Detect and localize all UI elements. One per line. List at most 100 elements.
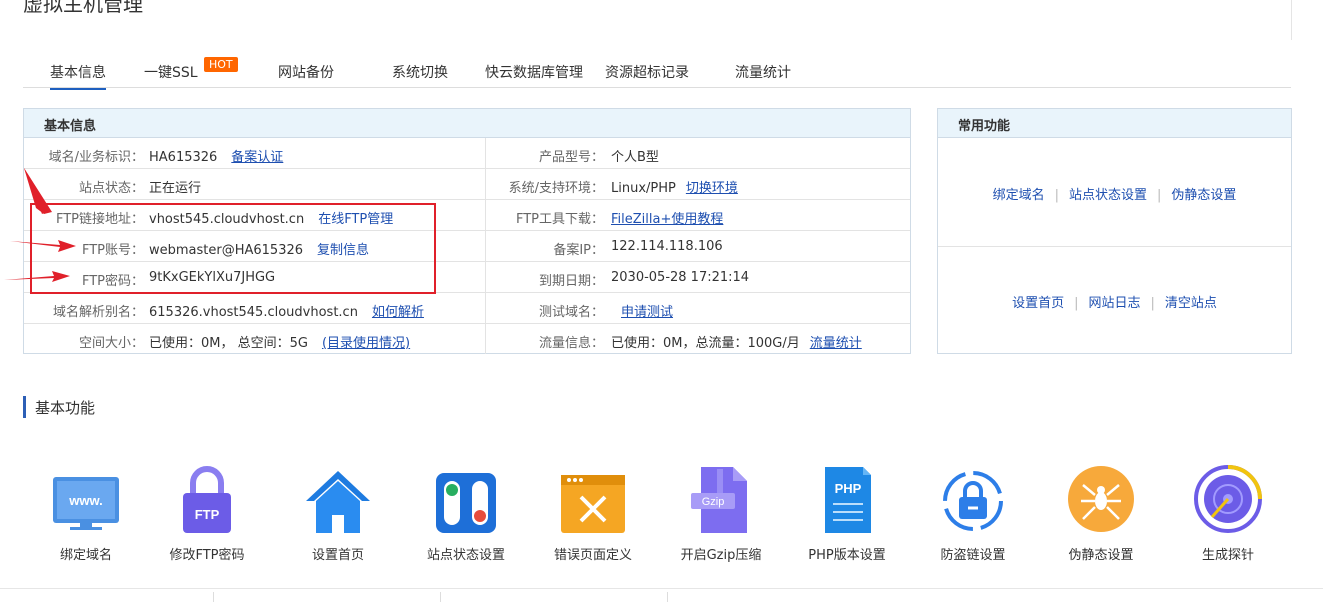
- annotation-box: [30, 203, 436, 294]
- info-value-group: 2030-05-28 17:21:14: [611, 270, 749, 285]
- error-page-icon: [557, 463, 629, 535]
- info-label: 空间大小：: [78, 336, 144, 351]
- arrow-2: [10, 240, 76, 252]
- page-title: 虚拟主机管理: [23, 0, 143, 16]
- site-status-link[interactable]: 站点状态设置: [1069, 188, 1147, 203]
- info-value-group: 已使用：0M， 总空间：5G (目录使用情况): [149, 332, 410, 351]
- feature-ftp-password[interactable]: FTP 修改FTP密码: [144, 463, 270, 563]
- section-marker: [23, 396, 26, 418]
- info-value-group: FileZilla+使用教程: [611, 208, 723, 227]
- info-label: 到期日期：: [538, 274, 604, 289]
- info-value-group: HA615326 备案认证: [149, 146, 283, 165]
- php-file-icon: PHP: [811, 463, 883, 535]
- rewrite-link[interactable]: 伪静态设置: [1171, 188, 1236, 203]
- feature-site-status[interactable]: 站点状态设置: [403, 463, 529, 563]
- info-value-group: 已使用：0M，总流量：100G/月 流量统计: [611, 332, 862, 351]
- svg-text:FTP: FTP: [195, 507, 220, 522]
- tab-database[interactable]: 快云数据库管理: [485, 62, 583, 82]
- info-value-group: 申请测试: [611, 301, 673, 320]
- feature-rewrite[interactable]: 伪静态设置: [1038, 463, 1164, 563]
- anti-leech-link-icon: [937, 463, 1009, 535]
- gzip-file-icon: Gzip: [685, 463, 757, 535]
- feature-label: 绑定域名: [59, 548, 112, 563]
- feature-label: 伪静态设置: [1068, 548, 1134, 563]
- tab-ssl[interactable]: 一键SSL: [144, 62, 198, 82]
- info-value-group: 615326.vhost545.cloudvhost.cn 如何解析: [149, 301, 424, 320]
- feature-php-version[interactable]: PHP PHP版本设置: [784, 463, 910, 563]
- feature-label: 防盗链设置: [940, 548, 1006, 563]
- clear-site-link[interactable]: 清空站点: [1165, 296, 1217, 311]
- feature-label: 站点状态设置: [426, 548, 505, 563]
- divider: [440, 592, 441, 602]
- www-monitor-icon: www.: [50, 463, 122, 535]
- svg-text:Gzip: Gzip: [702, 496, 725, 508]
- info-link[interactable]: 申请测试: [621, 305, 673, 320]
- info-label: 系统/支持环境：: [508, 181, 604, 196]
- annotation-arrows: [4, 168, 76, 282]
- section-title: 基本功能: [35, 399, 96, 417]
- info-value: 已使用：0M，总流量：100G/月: [611, 336, 800, 351]
- probe-target-icon: [1192, 463, 1264, 535]
- divider: [213, 592, 214, 602]
- info-value: Linux/PHP: [611, 181, 676, 196]
- info-link[interactable]: (目录使用情况): [322, 336, 410, 351]
- info-value: 已使用：0M， 总空间：5G: [149, 336, 308, 351]
- toggle-switch-icon: [430, 463, 502, 535]
- tab-system-switch[interactable]: 系统切换: [392, 62, 448, 82]
- hot-badge: HOT: [204, 57, 238, 72]
- info-link[interactable]: 流量统计: [810, 336, 862, 351]
- feature-label: 生成探针: [1201, 548, 1254, 563]
- info-value: HA615326: [149, 150, 218, 165]
- feature-probe[interactable]: 生成探针: [1165, 463, 1291, 563]
- arrow-3: [4, 271, 70, 282]
- info-row: 空间大小： 已使用：0M， 总空间：5G (目录使用情况) 流量信息： 已使用：0M，总…: [24, 324, 910, 355]
- feature-gzip[interactable]: Gzip 开启Gzip压缩: [658, 463, 784, 563]
- tab-backup[interactable]: 网站备份: [278, 62, 334, 82]
- info-link[interactable]: 切换环境: [686, 181, 738, 196]
- info-row: 站点状态： 正在运行 系统/支持环境： Linux/PHP 切换环境: [24, 169, 910, 200]
- spider-icon: [1065, 463, 1137, 535]
- info-link[interactable]: 如何解析: [372, 305, 424, 320]
- info-link[interactable]: 备案认证: [231, 150, 283, 165]
- divider: [667, 592, 668, 602]
- set-homepage-link[interactable]: 设置首页: [1012, 296, 1064, 311]
- info-value-group: 122.114.118.106: [611, 239, 723, 254]
- info-value-group: 正在运行: [149, 177, 201, 196]
- info-row: 域名/业务标识： HA615326 备案认证 产品型号： 个人B型: [24, 138, 910, 169]
- info-label: 产品型号：: [538, 150, 604, 165]
- tab-overlimit[interactable]: 资源超标记录: [605, 62, 689, 82]
- feature-error-page[interactable]: 错误页面定义: [530, 463, 656, 563]
- feature-bind-domain[interactable]: www. 绑定域名: [23, 463, 149, 563]
- common-functions-panel: 常用功能 绑定域名 | 站点状态设置 | 伪静态设置 设置首页 | 网站日志 | 清空站点: [937, 108, 1292, 354]
- info-link[interactable]: FileZilla+使用教程: [611, 212, 723, 227]
- feature-label: 修改FTP密码: [169, 548, 245, 563]
- info-value: 122.114.118.106: [611, 239, 723, 254]
- svg-text:PHP: PHP: [835, 481, 862, 496]
- home-icon: [302, 463, 374, 535]
- tab-traffic[interactable]: 流量统计: [735, 62, 791, 82]
- feature-label: 设置首页: [311, 548, 364, 563]
- tab-bar: 基本信息 一键SSL HOT 网站备份 系统切换 快云数据库管理 资源超标记录 …: [23, 57, 1291, 90]
- panel-title: 常用功能: [938, 109, 1291, 138]
- feature-set-homepage[interactable]: 设置首页: [275, 463, 401, 563]
- tab-basic-info[interactable]: 基本信息: [50, 62, 106, 90]
- bind-domain-link[interactable]: 绑定域名: [993, 188, 1045, 203]
- info-value-group: 个人B型: [611, 146, 659, 165]
- feature-label: 错误页面定义: [553, 548, 632, 563]
- feature-label: 开启Gzip压缩: [680, 548, 762, 563]
- divider: [0, 588, 1323, 589]
- divider: [938, 246, 1291, 247]
- info-value-group: Linux/PHP 切换环境: [611, 177, 738, 196]
- divider: [1291, 0, 1292, 40]
- info-label: 域名解析别名：: [52, 305, 144, 320]
- common-row-2: 设置首页 | 网站日志 | 清空站点: [1012, 296, 1217, 311]
- panel-title: 基本信息: [24, 109, 910, 138]
- svg-text:www.: www.: [68, 493, 102, 508]
- feature-anti-leech[interactable]: 防盗链设置: [910, 463, 1036, 563]
- info-value: 2030-05-28 17:21:14: [611, 270, 750, 285]
- site-log-link[interactable]: 网站日志: [1088, 296, 1140, 311]
- info-row: 域名解析别名： 615326.vhost545.cloudvhost.cn 如何解析…: [24, 293, 910, 324]
- info-label: 备案IP：: [553, 243, 604, 258]
- feature-label: PHP版本设置: [808, 548, 886, 563]
- info-value: 个人B型: [611, 150, 659, 165]
